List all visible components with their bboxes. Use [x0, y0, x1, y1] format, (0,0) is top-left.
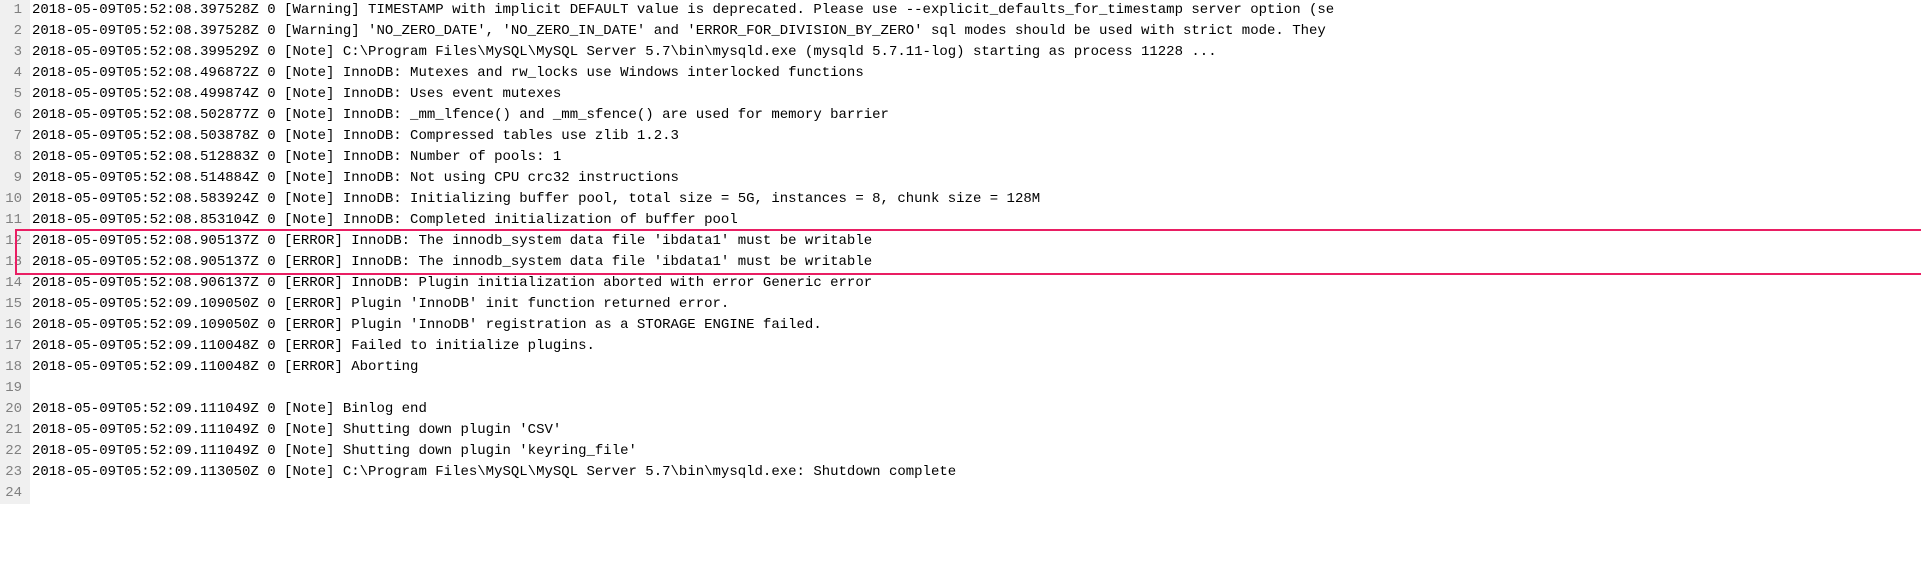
log-line[interactable]: 2018-05-09T05:52:08.583924Z 0 [Note] Inn…: [32, 189, 1921, 210]
log-line[interactable]: 2018-05-09T05:52:09.109050Z 0 [ERROR] Pl…: [32, 315, 1921, 336]
line-number: 5: [4, 84, 22, 105]
line-number: 8: [4, 147, 22, 168]
log-viewer: 123456789101112131415161718192021222324 …: [0, 0, 1921, 504]
line-number: 11: [4, 210, 22, 231]
line-number: 14: [4, 273, 22, 294]
log-line[interactable]: [32, 378, 1921, 399]
line-number: 12: [4, 231, 22, 252]
line-number: 24: [4, 483, 22, 504]
line-number: 22: [4, 441, 22, 462]
log-content[interactable]: 2018-05-09T05:52:08.397528Z 0 [Warning] …: [30, 0, 1921, 504]
line-number: 6: [4, 105, 22, 126]
line-number: 4: [4, 63, 22, 84]
log-line[interactable]: 2018-05-09T05:52:09.111049Z 0 [Note] Shu…: [32, 420, 1921, 441]
log-line[interactable]: 2018-05-09T05:52:08.853104Z 0 [Note] Inn…: [32, 210, 1921, 231]
line-number: 16: [4, 315, 22, 336]
line-number: 20: [4, 399, 22, 420]
log-line[interactable]: 2018-05-09T05:52:09.110048Z 0 [ERROR] Fa…: [32, 336, 1921, 357]
line-number: 23: [4, 462, 22, 483]
log-line[interactable]: 2018-05-09T05:52:09.110048Z 0 [ERROR] Ab…: [32, 357, 1921, 378]
log-line[interactable]: 2018-05-09T05:52:09.111049Z 0 [Note] Bin…: [32, 399, 1921, 420]
log-line[interactable]: 2018-05-09T05:52:08.399529Z 0 [Note] C:\…: [32, 42, 1921, 63]
line-number: 19: [4, 378, 22, 399]
line-number: 15: [4, 294, 22, 315]
line-number: 3: [4, 42, 22, 63]
log-line[interactable]: 2018-05-09T05:52:09.111049Z 0 [Note] Shu…: [32, 441, 1921, 462]
log-line[interactable]: 2018-05-09T05:52:08.512883Z 0 [Note] Inn…: [32, 147, 1921, 168]
line-number: 1: [4, 0, 22, 21]
log-line[interactable]: 2018-05-09T05:52:09.109050Z 0 [ERROR] Pl…: [32, 294, 1921, 315]
log-line[interactable]: 2018-05-09T05:52:08.514884Z 0 [Note] Inn…: [32, 168, 1921, 189]
line-number: 17: [4, 336, 22, 357]
line-number: 13: [4, 252, 22, 273]
log-line[interactable]: 2018-05-09T05:52:08.499874Z 0 [Note] Inn…: [32, 84, 1921, 105]
line-number: 7: [4, 126, 22, 147]
log-line[interactable]: 2018-05-09T05:52:08.502877Z 0 [Note] Inn…: [32, 105, 1921, 126]
log-line[interactable]: 2018-05-09T05:52:08.906137Z 0 [ERROR] In…: [32, 273, 1921, 294]
log-line[interactable]: 2018-05-09T05:52:09.113050Z 0 [Note] C:\…: [32, 462, 1921, 483]
log-line[interactable]: [32, 483, 1921, 504]
line-number: 21: [4, 420, 22, 441]
log-line[interactable]: 2018-05-09T05:52:08.503878Z 0 [Note] Inn…: [32, 126, 1921, 147]
log-line[interactable]: 2018-05-09T05:52:08.905137Z 0 [ERROR] In…: [32, 252, 1921, 273]
line-number-gutter: 123456789101112131415161718192021222324: [0, 0, 30, 504]
editor-area: 123456789101112131415161718192021222324 …: [0, 0, 1921, 504]
line-number: 9: [4, 168, 22, 189]
log-line[interactable]: 2018-05-09T05:52:08.905137Z 0 [ERROR] In…: [32, 231, 1921, 252]
log-line[interactable]: 2018-05-09T05:52:08.397528Z 0 [Warning] …: [32, 21, 1921, 42]
line-number: 2: [4, 21, 22, 42]
log-line[interactable]: 2018-05-09T05:52:08.496872Z 0 [Note] Inn…: [32, 63, 1921, 84]
line-number: 10: [4, 189, 22, 210]
log-line[interactable]: 2018-05-09T05:52:08.397528Z 0 [Warning] …: [32, 0, 1921, 21]
line-number: 18: [4, 357, 22, 378]
